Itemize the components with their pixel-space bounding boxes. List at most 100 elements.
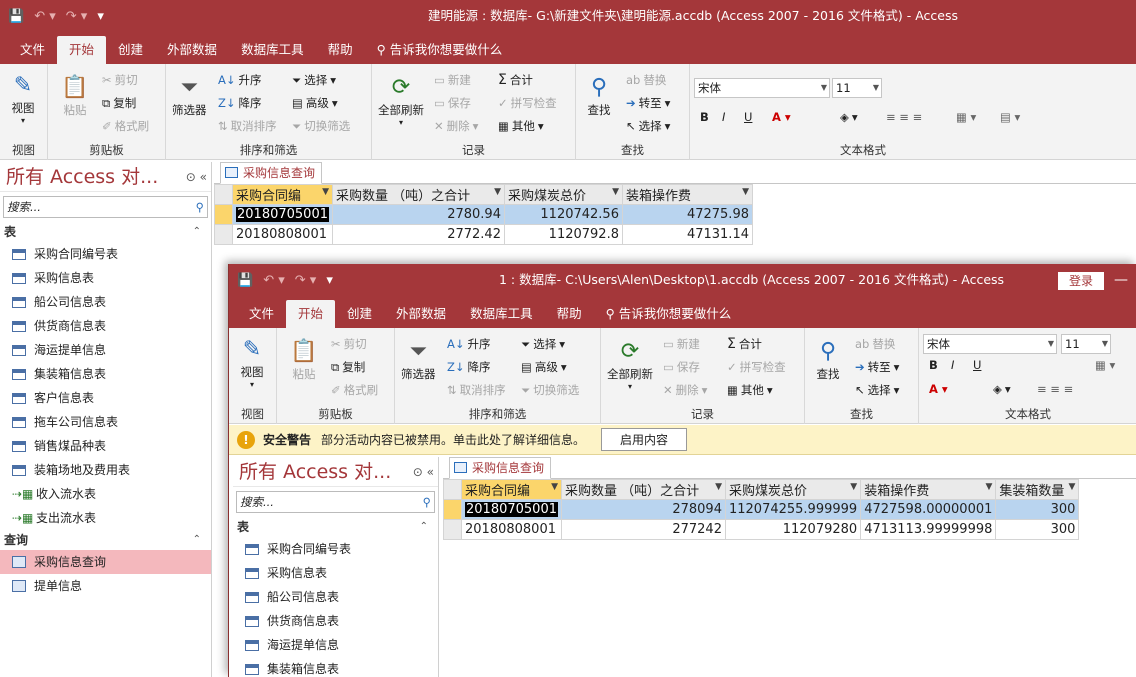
advanced-button[interactable]: ▤ 高级 ▾ — [521, 359, 567, 375]
tell-me-search[interactable]: ⚲ 告诉我你想要做什么 — [365, 36, 515, 64]
chevron-down-icon[interactable]: ▼ — [1068, 482, 1075, 492]
table-cell[interactable]: 2772.42 — [331, 224, 505, 245]
nav-collapse-icon[interactable]: ⊙ « — [413, 457, 434, 487]
cut-button[interactable]: ✂ 剪切 — [331, 336, 367, 352]
find-button[interactable]: ⚲ 查找 — [813, 336, 843, 382]
font-color-button[interactable]: A ▾ — [929, 382, 948, 396]
view-button[interactable]: ✎ 视图 ▾ — [237, 334, 267, 390]
chevron-down-icon[interactable]: ▼ — [742, 187, 749, 197]
row-selector[interactable] — [443, 499, 462, 520]
tab-purchase-query[interactable]: 采购信息查询 — [449, 457, 552, 479]
nav-item[interactable]: 供货商信息表 — [0, 314, 211, 338]
table-row[interactable]: 20180705001 278094 112074255.999999 4727598… — [443, 499, 1080, 520]
spelling-button[interactable]: ✓ 拼写检查 — [727, 359, 786, 375]
selection-button[interactable]: ⏷ 选择 ▾ — [292, 72, 336, 88]
gridlines-button[interactable]: ▦ ▾ — [1095, 358, 1115, 372]
table-cell[interactable]: 112079280 — [724, 519, 862, 540]
nav-section-queries[interactable]: 查询 ⌃ — [0, 530, 211, 550]
table-row[interactable]: 20180808001 2772.42 1120792.8 47131.14 — [214, 224, 753, 245]
nav-item[interactable]: 集装箱信息表 — [0, 362, 211, 386]
customize-qat-icon[interactable]: ▾ — [326, 273, 333, 288]
sort-descending-button[interactable]: Z↓ 降序 — [218, 95, 262, 111]
nav-search-input[interactable]: 搜索... ⚲ — [3, 196, 208, 218]
alt-row-color-button[interactable]: ▤ ▾ — [1000, 110, 1020, 124]
toggle-filter-button[interactable]: ⏷ 切换筛选 — [292, 118, 350, 134]
select-all-corner[interactable] — [214, 184, 233, 205]
redo-icon[interactable]: ↷ ▾ — [66, 9, 88, 24]
row-selector[interactable] — [214, 224, 233, 245]
menu-external-data[interactable]: 外部数据 — [155, 36, 229, 64]
menu-database-tools[interactable]: 数据库工具 — [458, 300, 545, 328]
align-buttons[interactable]: ≡ ≡ ≡ — [1037, 382, 1073, 396]
nav-header[interactable]: 所有 Access 对... ⊙ « — [0, 162, 211, 192]
menu-external-data[interactable]: 外部数据 — [384, 300, 458, 328]
font-size-select[interactable]: 11 ▼ — [832, 78, 882, 98]
nav-item[interactable]: 采购信息表 — [233, 561, 438, 585]
fill-color-button[interactable]: ◈ ▾ — [840, 110, 858, 124]
more-button[interactable]: ▦ 其他 ▾ — [498, 118, 544, 134]
menu-file[interactable]: 文件 — [8, 36, 57, 64]
tab-purchase-query[interactable]: 采购信息查询 — [220, 162, 323, 184]
undo-icon[interactable]: ↶ ▾ — [263, 273, 285, 288]
nav-item[interactable]: 船公司信息表 — [0, 290, 211, 314]
select-button[interactable]: ↖ 选择 ▾ — [855, 382, 899, 398]
nav-item[interactable]: 海运提单信息 — [0, 338, 211, 362]
underline-button[interactable]: U — [973, 358, 981, 372]
remove-sort-button[interactable]: ⇅ 取消排序 — [218, 118, 277, 134]
enable-content-button[interactable]: 启用内容 — [601, 428, 688, 451]
nav-item[interactable]: 供货商信息表 — [233, 609, 438, 633]
font-size-select[interactable]: 11 ▼ — [1061, 334, 1111, 354]
select-button[interactable]: ↖ 选择 ▾ — [626, 118, 670, 134]
column-header[interactable]: 采购合同编 ▼ — [461, 479, 562, 500]
table-row[interactable]: 20180808001 277242 112079280 4713113.999999… — [443, 519, 1080, 540]
row-selector[interactable] — [214, 204, 233, 225]
refresh-all-button[interactable]: ⟳ 全部刷新 ▾ — [607, 336, 653, 392]
fill-color-button[interactable]: ◈ ▾ — [993, 382, 1011, 396]
save-icon[interactable]: 💾 — [237, 273, 253, 288]
nav-item[interactable]: 提单信息 — [0, 574, 211, 598]
redo-icon[interactable]: ↷ ▾ — [295, 273, 317, 288]
undo-icon[interactable]: ↶ ▾ — [34, 9, 56, 24]
chevron-down-icon[interactable]: ▼ — [985, 482, 992, 492]
login-button[interactable]: 登录 — [1058, 272, 1104, 290]
nav-item[interactable]: ⇢▦ 收入流水表 — [0, 482, 211, 506]
nav-item[interactable]: 销售煤品种表 — [0, 434, 211, 458]
nav-item[interactable]: 采购合同编号表 — [0, 242, 211, 266]
table-cell[interactable]: 47131.14 — [621, 224, 753, 245]
chevron-down-icon[interactable]: ▼ — [612, 187, 619, 197]
new-record-button[interactable]: ▭ 新建 — [434, 72, 471, 88]
toggle-filter-button[interactable]: ⏷ 切换筛选 — [521, 382, 579, 398]
menu-help[interactable]: 帮助 — [316, 36, 365, 64]
table-row[interactable]: 20180705001 2780.94 1120742.56 47275.98 — [214, 204, 753, 225]
save-icon[interactable]: 💾 — [8, 9, 24, 24]
column-header[interactable]: 采购煤炭总价 ▼ — [503, 184, 623, 205]
copy-button[interactable]: ⧉ 复制 — [102, 95, 136, 111]
menu-home[interactable]: 开始 — [57, 36, 107, 64]
row-selector[interactable] — [443, 519, 462, 540]
nav-item[interactable]: 采购信息查询 — [0, 550, 211, 574]
nav-item[interactable]: 采购合同编号表 — [233, 537, 438, 561]
menu-create[interactable]: 创建 — [335, 300, 384, 328]
nav-header[interactable]: 所有 Access 对... ⊙ « — [233, 457, 438, 487]
cut-button[interactable]: ✂ 剪切 — [102, 72, 138, 88]
table-cell[interactable]: 20180808001 — [232, 224, 333, 245]
save-record-button[interactable]: ▭ 保存 — [434, 95, 471, 111]
more-button[interactable]: ▦ 其他 ▾ — [727, 382, 773, 398]
menu-database-tools[interactable]: 数据库工具 — [229, 36, 316, 64]
new-record-button[interactable]: ▭ 新建 — [663, 336, 700, 352]
column-header[interactable]: 采购数量 （吨）之合计 ▼ — [560, 479, 726, 500]
goto-button[interactable]: ➔ 转至 ▾ — [626, 95, 670, 111]
table-cell[interactable]: 20180705001 — [232, 204, 333, 225]
spelling-button[interactable]: ✓ 拼写检查 — [498, 95, 557, 111]
refresh-all-button[interactable]: ⟳ 全部刷新 ▾ — [378, 72, 424, 128]
replace-button[interactable]: ab 替换 — [855, 336, 895, 352]
table-cell[interactable]: 2780.94 — [331, 204, 505, 225]
menu-file[interactable]: 文件 — [237, 300, 286, 328]
nav-item[interactable]: 拖车公司信息表 — [0, 410, 211, 434]
delete-record-button[interactable]: ✕ 删除 ▾ — [434, 118, 478, 134]
nav-section-tables[interactable]: 表 ⌃ — [233, 517, 438, 537]
sort-ascending-button[interactable]: A↓ 升序 — [447, 336, 491, 352]
font-color-button[interactable]: A ▾ — [772, 110, 791, 124]
remove-sort-button[interactable]: ⇅ 取消排序 — [447, 382, 506, 398]
table-cell[interactable]: 20180808001 — [461, 519, 562, 540]
